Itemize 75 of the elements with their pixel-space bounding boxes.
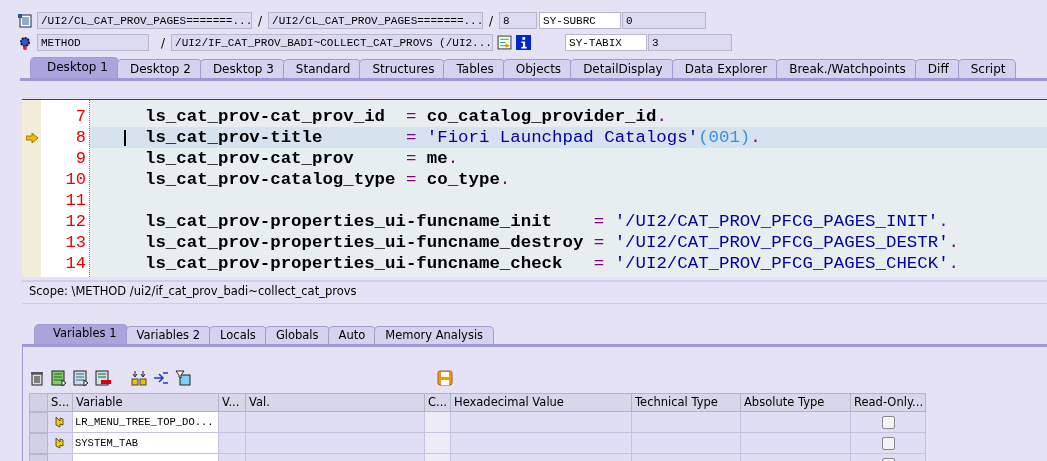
line-number: 7	[74, 106, 87, 127]
desktop-tab[interactable]: Data Explorer	[671, 59, 779, 78]
scope-label: Scope: \METHOD /ui2/if_cat_prov_badi~collect_cat_provs	[29, 284, 357, 298]
info-icon[interactable]	[516, 35, 532, 50]
column-header[interactable]: V...	[219, 393, 246, 412]
code-line: ls_cat_prov-properties_ui-funcname_init = '/UI2/CAT_PROV_PFCG_PAGES_INIT'.	[144, 211, 950, 232]
variable-icon	[54, 416, 66, 428]
line-number: 13	[64, 232, 87, 253]
program-field[interactable]: /UI2/CL_CAT_PROV_PAGES=======...	[37, 12, 252, 29]
desktop-tab[interactable]: Diff	[914, 59, 960, 78]
variables-tab[interactable]: Auto	[327, 326, 377, 344]
column-header[interactable]: Absolute Type	[741, 393, 851, 412]
column-header[interactable]: Variable	[73, 393, 219, 412]
desktop-tab[interactable]: Tables	[443, 59, 505, 78]
variables-tab[interactable]: Variables 1	[34, 324, 128, 344]
read-only-checkbox[interactable]	[881, 415, 895, 429]
line-number: 10	[64, 169, 87, 190]
separator: /	[161, 35, 166, 50]
system-field-name[interactable]: SY-TABIX	[565, 34, 648, 51]
event-field[interactable]: /UI2/IF_CAT_PROV_BADI~COLLECT_CAT_PROVS (/UI2...	[171, 34, 494, 51]
code-line: ls_cat_prov-properties_ui-funcname_check = '/UI2/CAT_PROV_PFCG_PAGES_CHECK'.	[144, 253, 961, 274]
code-line: ls_cat_prov-catalog_type = co_type.	[144, 169, 512, 190]
trash-icon[interactable]	[29, 370, 45, 386]
system-field-value[interactable]: 0	[622, 12, 707, 29]
system-field-name[interactable]: SY-SUBRC	[539, 12, 622, 29]
column-header[interactable]: S...	[48, 393, 73, 412]
variables-tab[interactable]: Memory Analysis	[374, 326, 495, 344]
gear-icon[interactable]	[18, 35, 32, 50]
column-header[interactable]: Val.	[246, 393, 425, 412]
save-icon[interactable]	[437, 370, 453, 386]
line-number: 9	[74, 148, 87, 169]
list-icon[interactable]	[51, 370, 67, 386]
column-header[interactable]: Read-Only...	[851, 393, 926, 412]
code-line: ls_cat_prov-cat_prov = me.	[144, 148, 460, 169]
variables-tab[interactable]: Variables 2	[125, 326, 212, 344]
desktop-tab[interactable]: DetailDisplay	[570, 59, 674, 78]
variables-tab[interactable]: Locals	[209, 326, 267, 344]
line-number: 8	[74, 127, 87, 148]
line-number: 11	[64, 190, 87, 211]
filter-icon[interactable]	[175, 370, 191, 386]
system-field-value[interactable]: 3	[648, 34, 733, 51]
desktop-tab[interactable]: Desktop 3	[199, 59, 285, 78]
separator: /	[489, 13, 494, 28]
arrow-icon	[25, 132, 38, 143]
variables-tab[interactable]: Globals	[264, 326, 330, 344]
corner-cell	[29, 393, 48, 412]
event-type-field[interactable]: METHOD	[37, 34, 149, 51]
variable-name: LR_MENU_TREE_TOP_DO...	[75, 416, 214, 428]
separator: /	[258, 13, 263, 28]
desktop-tab[interactable]: Structures	[359, 59, 446, 78]
sort-icon[interactable]	[131, 370, 147, 386]
column-header[interactable]: Technical Type	[632, 393, 741, 412]
code-line: ls_cat_prov-cat_prov_id = co_catalog_provider_id.	[144, 106, 668, 127]
list-icon[interactable]	[73, 370, 89, 386]
desktop-tab[interactable]: Standard	[282, 59, 362, 78]
desktop-tab[interactable]: Break./Watchpoints	[776, 59, 917, 78]
read-only-checkbox[interactable]	[881, 436, 895, 450]
desktop-tab[interactable]: Desktop 1	[30, 57, 119, 78]
variable-name: SYSTEM_TAB	[75, 437, 138, 449]
source-icon[interactable]	[18, 13, 32, 28]
column-header[interactable]: C...	[425, 393, 451, 412]
line-number: 12	[64, 211, 87, 232]
include-field[interactable]: /UI2/CL_CAT_PROV_PAGES=======...	[268, 12, 484, 29]
share-icon[interactable]	[153, 370, 169, 386]
variable-icon	[54, 437, 66, 449]
desktop-tab[interactable]: Objects	[502, 59, 573, 78]
desktop-tab[interactable]: Script	[957, 59, 1017, 78]
desktop-tab[interactable]: Desktop 2	[116, 59, 202, 78]
line-number: 14	[64, 253, 87, 274]
list-remove-icon[interactable]	[95, 370, 111, 386]
code-line: ls_cat_prov-properties_ui-funcname_destroy = '/UI2/CAT_PROV_PFCG_PAGES_DESTR'.	[144, 232, 961, 253]
table-cell	[425, 412, 451, 433]
line-field[interactable]: 8	[499, 12, 538, 29]
column-header[interactable]: Hexadecimal Value	[451, 393, 632, 412]
table-cell	[425, 433, 451, 454]
